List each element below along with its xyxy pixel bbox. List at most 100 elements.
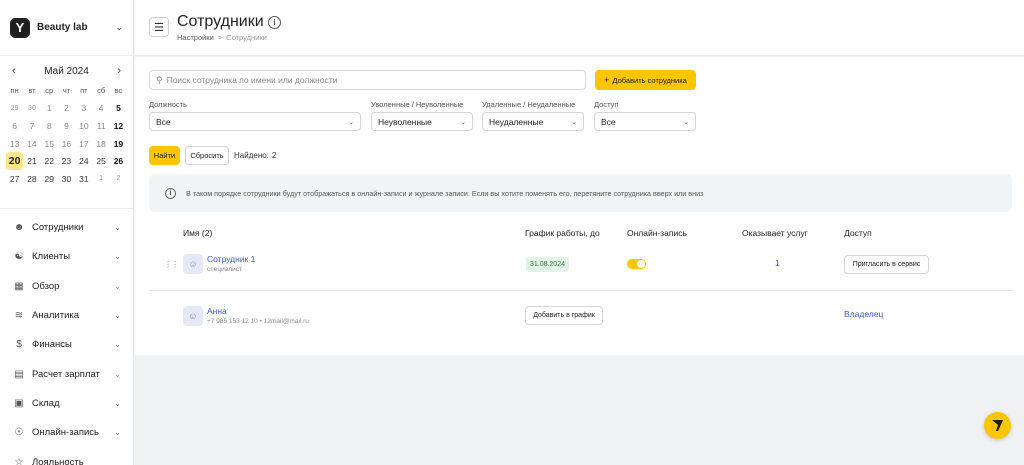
calendar-day[interactable]: 25: [92, 152, 109, 170]
sidebar-item-label: Онлайн-запись: [32, 427, 99, 439]
top-bar: ☰ Сотрудники i Настройки > Сотрудники: [135, 0, 1024, 56]
prev-month-icon[interactable]: ‹: [12, 65, 16, 77]
position-select-value: Все: [156, 116, 171, 127]
search-box[interactable]: ⚲: [149, 70, 586, 90]
access-select-value: Все: [601, 116, 616, 127]
calendar-day[interactable]: 21: [23, 152, 40, 170]
calendar-day[interactable]: 16: [58, 135, 75, 153]
invite-to-service-button[interactable]: Пригласить в сервис: [844, 255, 929, 274]
support-chat-button[interactable]: [984, 412, 1011, 439]
access-filter-label: Доступ: [594, 100, 619, 109]
sidebar-item[interactable]: ☯ Клиенты ⌄: [0, 242, 133, 271]
sidebar-item[interactable]: ☻ Сотрудники ⌄: [0, 213, 133, 242]
notice-text: В таком порядке сотрудники будут отображ…: [186, 188, 704, 198]
access-select[interactable]: Все ⌄: [594, 112, 696, 131]
globe-icon: ☉: [14, 427, 24, 439]
plus-icon: +: [604, 75, 610, 85]
calendar-day[interactable]: 5: [110, 100, 127, 118]
deleted-select[interactable]: Неудаленные ⌄: [482, 112, 584, 131]
online-booking-toggle[interactable]: [627, 259, 646, 269]
sidebar-item[interactable]: ▤ Расчет зарплат ⌄: [0, 359, 133, 388]
weekday-label: ср: [45, 86, 54, 96]
calendar-day-selected[interactable]: 20: [6, 152, 24, 170]
calendar-day[interactable]: 13: [6, 135, 23, 153]
info-icon: i: [165, 187, 176, 199]
calendar-day[interactable]: 6: [6, 117, 23, 135]
sidebar-item[interactable]: $ Финансы ⌄: [0, 330, 133, 359]
loyalty-icon: ☆: [14, 456, 24, 465]
calendar-day[interactable]: 7: [23, 117, 40, 135]
sidebar-item[interactable]: ▦ Обзор ⌄: [0, 272, 133, 301]
brand-switcher[interactable]: Y Beauty lab ⌄: [0, 0, 133, 56]
calendar-day[interactable]: 31: [75, 170, 92, 188]
fired-select-value: Неуволенные: [378, 116, 432, 127]
calendar-day[interactable]: 29: [6, 100, 23, 118]
calendar-day[interactable]: 2: [58, 100, 75, 118]
calendar-day[interactable]: 30: [23, 100, 40, 118]
calendar-day[interactable]: 22: [41, 152, 58, 170]
column-header-schedule: График работы, до: [525, 228, 600, 238]
add-to-schedule-button[interactable]: Добавить в график: [525, 306, 603, 325]
sidebar-item-label: Финансы: [32, 339, 72, 351]
calendar-day[interactable]: 8: [41, 117, 58, 135]
calendar-day[interactable]: 27: [6, 170, 23, 188]
calendar-day[interactable]: 18: [92, 135, 109, 153]
calendar-day[interactable]: 10: [75, 117, 92, 135]
calendar-day[interactable]: 14: [23, 135, 40, 153]
position-select[interactable]: Все ⌄: [149, 112, 361, 131]
fired-select[interactable]: Неуволенные ⌄: [371, 112, 473, 131]
calendar-day[interactable]: 30: [58, 170, 75, 188]
add-employee-button[interactable]: + Добавить сотрудника: [595, 70, 696, 90]
employee-name-link[interactable]: Сотрудник 1: [207, 254, 255, 264]
breadcrumb-parent[interactable]: Настройки: [177, 33, 214, 42]
chevron-down-icon: ⌄: [114, 428, 121, 438]
calendar-day[interactable]: 2: [110, 170, 127, 188]
chevron-down-icon: ⌄: [460, 118, 466, 126]
calendar-day[interactable]: 19: [110, 135, 127, 153]
chevron-down-icon: ⌄: [115, 22, 123, 32]
calendar-day[interactable]: 26: [110, 152, 127, 170]
add-employee-label: Добавить сотрудника: [612, 75, 687, 85]
weekday-label: пн: [10, 86, 19, 96]
calendar-day[interactable]: 12: [110, 117, 127, 135]
calendar-day[interactable]: 15: [41, 135, 58, 153]
row-divider: [149, 290, 1012, 291]
sidebar-nav: ☻ Сотрудники ⌄ ☯ Клиенты ⌄ ▦ Обзор ⌄ ≋ Аналитика ⌄ $…: [0, 208, 133, 465]
drag-handle-icon[interactable]: ⋮⋮: [164, 260, 179, 269]
sidebar-item[interactable]: ☉ Онлайн-запись ⌄: [0, 418, 133, 447]
search-input[interactable]: [166, 75, 579, 85]
deleted-select-value: Неудаленные: [489, 116, 544, 127]
calendar-day[interactable]: 1: [92, 170, 109, 188]
sidebar-item[interactable]: ▣ Склад ⌄: [0, 389, 133, 418]
calendar-day[interactable]: 17: [75, 135, 92, 153]
calendar-day[interactable]: 9: [58, 117, 75, 135]
calendar-day[interactable]: 28: [23, 170, 40, 188]
services-count-link[interactable]: 1: [775, 258, 780, 268]
calendar-day[interactable]: 11: [92, 117, 109, 135]
chevron-down-icon: ⌄: [114, 398, 121, 408]
calendar-month-label: Май 2024: [44, 65, 89, 77]
sidebar: Y Beauty lab ⌄ ‹ Май 2024 › пн вт ср чт пт сб…: [0, 0, 134, 465]
info-icon[interactable]: i: [268, 16, 281, 29]
next-month-icon[interactable]: ›: [117, 65, 121, 77]
calendar-day[interactable]: 24: [75, 152, 92, 170]
sidebar-item[interactable]: ☆ Лояльность: [0, 447, 133, 465]
users-icon: ☯: [14, 251, 24, 263]
chart-icon: ≋: [14, 310, 24, 322]
find-button[interactable]: Найти: [149, 146, 180, 165]
calendar-day[interactable]: 29: [41, 170, 58, 188]
chevron-down-icon: ⌄: [114, 340, 121, 350]
calendar-day[interactable]: 1: [41, 100, 58, 118]
employee-name-link[interactable]: Анна: [207, 306, 227, 316]
main-panel: ⚲ +Добавить сотрудника Должность Все ⌄ Ув…: [135, 57, 1024, 355]
sidebar-item[interactable]: ≋ Аналитика ⌄: [0, 301, 133, 330]
user-icon: ☺: [188, 311, 198, 321]
calendar-day[interactable]: 3: [75, 100, 92, 118]
menu-toggle-button[interactable]: ☰: [149, 17, 169, 37]
sidebar-item-label: Расчет зарплат: [32, 368, 100, 380]
calendar-day[interactable]: 4: [92, 100, 109, 118]
calendar-day[interactable]: 23: [58, 152, 75, 170]
column-header-name: Имя (2): [183, 228, 213, 238]
user-icon: ☺: [188, 259, 198, 269]
reset-button[interactable]: Сбросить: [185, 146, 229, 165]
